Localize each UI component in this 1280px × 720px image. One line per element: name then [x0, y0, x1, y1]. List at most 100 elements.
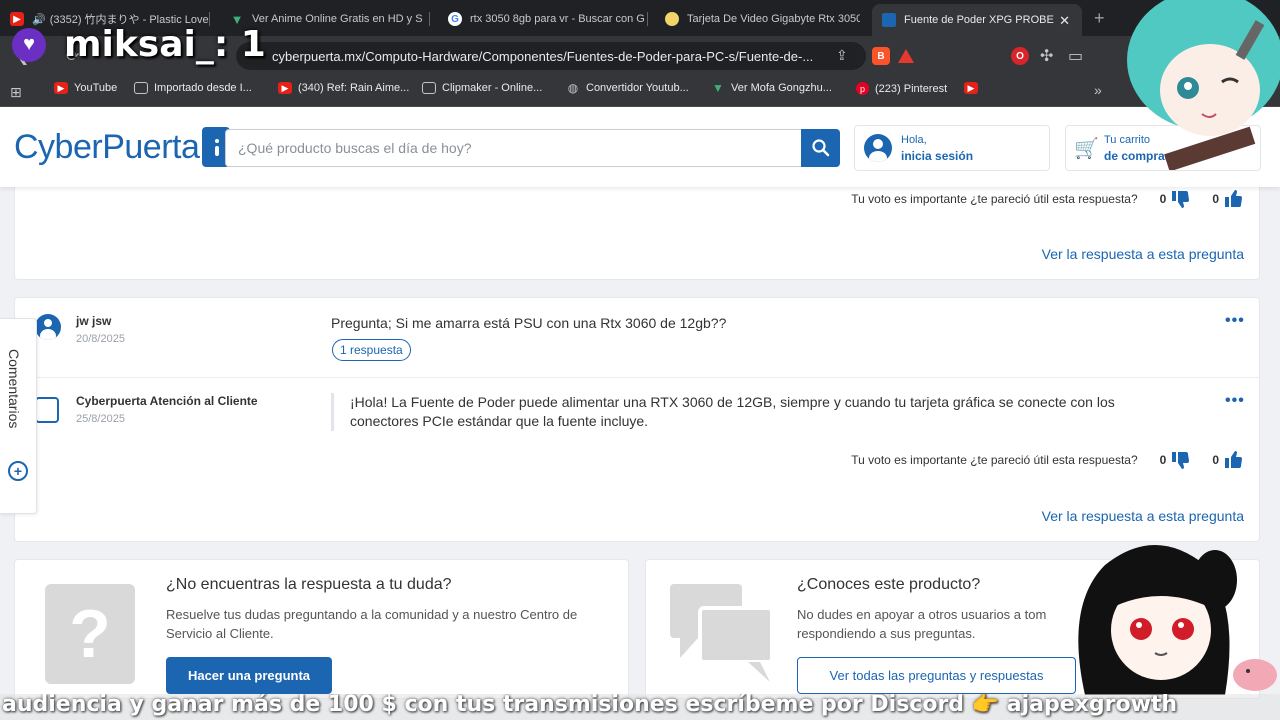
bookmarks-overflow-icon[interactable]: »	[1094, 82, 1102, 98]
shop-icon	[665, 12, 679, 26]
tab-title: Tarjeta De Video Gigabyte Rtx 3050	[687, 13, 860, 25]
bookmark-label: YouTube	[74, 82, 118, 94]
login-greeting: Hola,	[901, 134, 927, 146]
more-options-icon[interactable]: •••	[1225, 312, 1245, 330]
youtube-icon: ▶	[278, 82, 292, 94]
comments-label: Comentarios	[6, 349, 22, 429]
dislike-count: 0	[1159, 453, 1167, 467]
search-box	[225, 129, 840, 167]
cyberpuerta-logo[interactable]: CyberPuerta	[14, 127, 231, 167]
bookmark-label: Importado desde I...	[154, 82, 252, 94]
see-answer-link[interactable]: Ver la respuesta a esta pregunta	[1042, 246, 1244, 262]
viewer-count-text: miksai_: 1	[64, 24, 266, 65]
question-text: Pregunta; Si me amarra está PSU con una …	[331, 315, 727, 331]
globe-icon: ◍	[567, 81, 579, 95]
bookmark-youtube[interactable]: ▶ YouTube	[54, 82, 117, 94]
bookmark-label: (223) Pinterest	[875, 82, 948, 95]
opera-extension-icon[interactable]: O	[1011, 47, 1029, 65]
add-comment-icon: +	[8, 461, 28, 481]
question-author: jw jsw	[76, 314, 112, 328]
site-header: CyberPuerta Hola, inicia sesión 🛒 Tu car…	[0, 107, 1280, 187]
login-action: inicia sesión	[901, 149, 974, 163]
search-button[interactable]	[801, 129, 840, 167]
url-text: cyberpuerta.mx/Computo-Hardware/Componen…	[272, 49, 814, 64]
close-tab-icon[interactable]: ✕	[1059, 13, 1070, 29]
responses-count-badge[interactable]: 1 respuesta	[332, 339, 411, 361]
view-all-questions-button[interactable]: Ver todas las preguntas y respuestas	[797, 657, 1076, 694]
browser-tab[interactable]: Tarjeta De Video Gigabyte Rtx 3050	[655, 7, 860, 31]
bookmarks-bar: ⊞ ▶ YouTube Importado desde I... ▶ (340)…	[0, 76, 1280, 107]
thumbs-down-icon[interactable]	[1170, 449, 1192, 471]
heart-icon: ♥	[12, 27, 46, 62]
tab-title: Ver Anime Online Gratis en HD y S	[252, 13, 423, 25]
thumbs-up-icon[interactable]	[1223, 188, 1245, 210]
vote-question: Tu voto es importante ¿te pareció útil e…	[851, 192, 1138, 206]
cyberpuerta-avatar-icon	[35, 397, 59, 423]
like-count: 0	[1212, 192, 1219, 206]
bookmark-rain[interactable]: ▶ (340) Ref: Rain Aime...	[278, 82, 409, 94]
ask-title: ¿No encuentras la respuesta a tu duda?	[166, 576, 452, 593]
viewer-count-overlay: ♥ miksai_: 1	[12, 24, 266, 65]
dislike-count: 0	[1159, 192, 1167, 206]
comments-side-tab[interactable]: Comentarios +	[0, 318, 37, 514]
youtube-icon: ▶	[54, 82, 68, 94]
vote-row: Tu voto es importante ¿te pareció útil e…	[851, 188, 1245, 210]
tab-title: rtx 3050 8gb para vr - Buscar con G	[470, 13, 645, 25]
bookmark-youtube-2[interactable]: ▶	[964, 82, 984, 94]
more-options-icon[interactable]: •••	[1225, 392, 1245, 410]
see-answer-link[interactable]: Ver la respuesta a esta pregunta	[1042, 508, 1244, 524]
bookmark-label: (340) Ref: Rain Aime...	[298, 82, 410, 94]
user-icon	[864, 134, 892, 162]
google-icon: G	[448, 12, 462, 26]
share-icon[interactable]: ⇪	[836, 47, 848, 64]
know-description: No dudes en apoyar a otros usuarios a to…	[797, 607, 1047, 641]
extensions-puzzle-icon[interactable]: ✣	[1040, 46, 1053, 66]
bookmark-mofa[interactable]: ▼ Ver Mofa Gongzhu...	[711, 81, 832, 95]
bookmark-label: Ver Mofa Gongzhu...	[731, 82, 832, 94]
ticker-text: audiencia y ganar más de 100 $ con tus t…	[2, 694, 1178, 717]
logo-text: CyberPuerta	[14, 127, 200, 166]
question-mark-icon: ?	[45, 584, 135, 684]
brave-rewards-icon[interactable]	[898, 49, 914, 63]
bookmark-pinterest[interactable]: p (223) Pinterest	[856, 82, 947, 95]
bookmark-clipmaker[interactable]: Clipmaker - Online...	[422, 82, 542, 94]
like-count: 0	[1212, 453, 1219, 467]
pinterest-icon: p	[856, 82, 869, 95]
question-date: 20/8/2025	[76, 333, 125, 345]
browser-tab-active[interactable]: Fuente de Poder XPG PROBE ✕	[872, 4, 1082, 36]
brave-shield-icon[interactable]: B	[872, 47, 890, 65]
ask-question-card: ? ¿No encuentras la respuesta a tu duda?…	[14, 559, 629, 699]
login-button[interactable]: Hola, inicia sesión	[854, 125, 1050, 171]
youtube-icon: ▶	[964, 82, 978, 94]
cyberpuerta-icon	[882, 13, 896, 27]
apps-grid-icon[interactable]: ⊞	[10, 84, 22, 101]
bookmark-folder-imported[interactable]: Importado desde I...	[134, 82, 252, 94]
ask-description: Resuelve tus dudas preguntando a la comu…	[166, 607, 578, 641]
chat-bubbles-icon	[670, 584, 774, 682]
anime-girl-sticker-bottom	[1078, 545, 1277, 695]
search-icon	[811, 139, 829, 157]
bookmark-label: Clipmaker - Online...	[442, 82, 543, 94]
browser-tab[interactable]: G rtx 3050 8gb para vr - Buscar con G	[438, 7, 648, 31]
thumbs-up-icon[interactable]	[1223, 449, 1245, 471]
address-bar[interactable]: cyberpuerta.mx/Computo-Hardware/Componen…	[236, 42, 866, 70]
vote-question: Tu voto es importante ¿te pareció útil e…	[851, 453, 1138, 467]
bookmark-label: Convertidor Youtub...	[586, 82, 689, 94]
question-card: jw jsw 20/8/2025 Pregunta; Si me amarra …	[14, 297, 1260, 542]
bookmark-convertidor[interactable]: ◍ Convertidor Youtub...	[566, 81, 689, 95]
search-input[interactable]	[226, 130, 801, 166]
cart-icon: 🛒	[1074, 138, 1099, 160]
thumbs-down-icon[interactable]	[1170, 188, 1192, 210]
answer-author: Cyberpuerta Atención al Cliente	[76, 394, 258, 408]
wallet-icon[interactable]: ▭	[1068, 46, 1083, 66]
answer-date: 25/8/2025	[76, 413, 125, 425]
folder-icon	[134, 82, 148, 94]
promo-ticker-overlay: audiencia y ganar más de 100 $ con tus t…	[0, 694, 1280, 720]
answer-text: ¡Hola! La Fuente de Poder puede alimenta…	[331, 393, 1151, 431]
ask-question-button[interactable]: Hacer una pregunta	[166, 657, 332, 694]
vote-row: Tu voto es importante ¿te pareció útil e…	[851, 449, 1245, 471]
new-tab-icon[interactable]: +	[1094, 8, 1105, 29]
clipmaker-icon	[422, 82, 436, 94]
anime-girl-sticker-top	[1127, 0, 1280, 170]
tab-title: Fuente de Poder XPG PROBE	[904, 14, 1054, 26]
